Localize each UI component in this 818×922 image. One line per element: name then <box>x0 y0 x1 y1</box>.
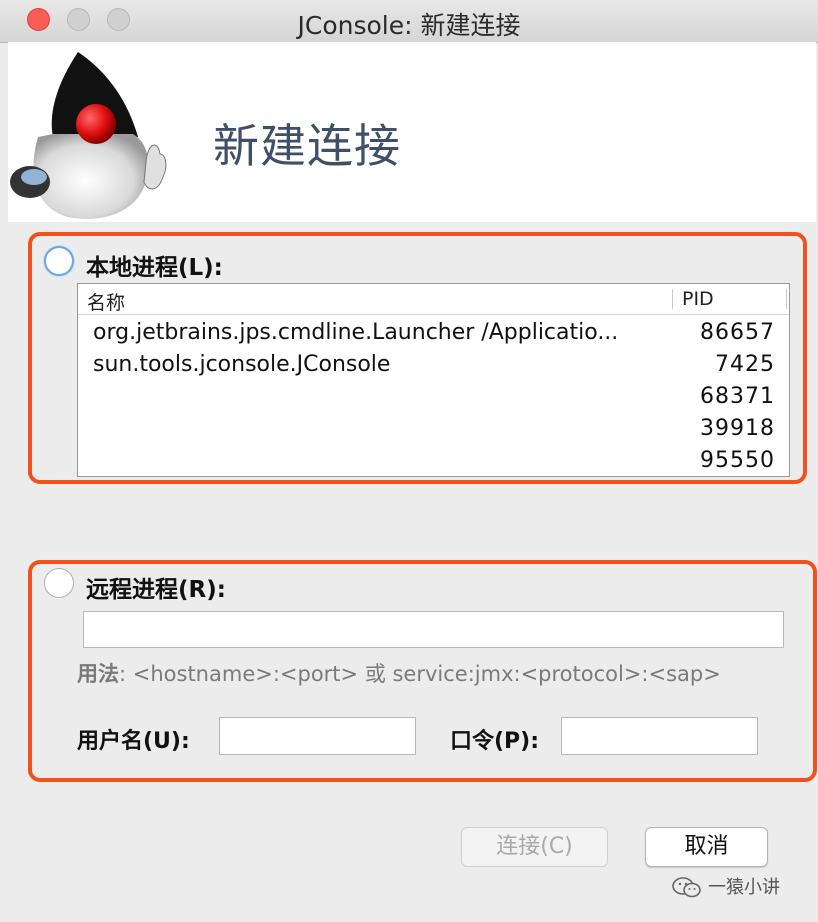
title-bar[interactable]: JConsole: 新建连接 <box>0 0 818 43</box>
column-divider <box>672 289 673 309</box>
remote-address-input[interactable] <box>83 611 784 648</box>
password-label: 口令(P): <box>450 729 540 754</box>
username-field[interactable] <box>219 717 416 755</box>
remote-process-label: 远程进程(R): <box>86 577 226 603</box>
watermark: 一猿小讲 <box>672 873 780 899</box>
column-divider <box>786 289 787 309</box>
process-name: sun.tools.jconsole.JConsole <box>93 352 391 377</box>
table-row[interactable]: org.jetbrains.jps.cmdline.Launcher /Appl… <box>78 318 789 350</box>
column-header-pid[interactable]: PID <box>682 288 714 310</box>
dialog-header: 新建连接 <box>8 42 816 222</box>
usage-prefix: 用法 <box>77 662 119 686</box>
table-row[interactable]: 39918 <box>78 414 789 446</box>
watermark-text: 一猿小讲 <box>708 877 780 898</box>
usage-text: : <hostname>:<port> 或 service:jmx:<proto… <box>119 662 721 686</box>
username-label: 用户名(U): <box>77 729 190 754</box>
local-process-radio[interactable] <box>44 246 74 276</box>
process-name: org.jetbrains.jps.cmdline.Launcher /Appl… <box>93 320 619 345</box>
process-pid: 39918 <box>700 416 775 441</box>
table-row[interactable]: sun.tools.jconsole.JConsole 7425 <box>78 350 789 382</box>
page-title: 新建连接 <box>213 119 401 173</box>
wechat-icon <box>672 877 701 898</box>
process-pid: 68371 <box>700 384 775 409</box>
password-field[interactable] <box>561 717 758 755</box>
process-table[interactable]: 名称 PID org.jetbrains.jps.cmdline.Launche… <box>77 283 790 477</box>
local-process-label: 本地进程(L): <box>86 255 223 281</box>
table-row[interactable]: 95550 <box>78 446 789 476</box>
table-row[interactable]: 68371 <box>78 382 789 414</box>
process-pid: 95550 <box>700 448 775 473</box>
cancel-button[interactable]: 取消 <box>645 827 768 867</box>
process-pid: 7425 <box>715 352 775 377</box>
process-pid: 86657 <box>700 320 775 345</box>
remote-process-radio[interactable] <box>44 568 74 598</box>
connect-button[interactable]: 连接(C) <box>461 827 608 867</box>
java-duke-icon <box>10 52 167 219</box>
window-title: JConsole: 新建连接 <box>297 11 521 40</box>
column-header-name[interactable]: 名称 <box>87 288 125 315</box>
remote-usage-hint: 用法: <hostname>:<port> 或 service:jmx:<pro… <box>77 658 721 688</box>
table-header: 名称 PID <box>78 284 789 315</box>
